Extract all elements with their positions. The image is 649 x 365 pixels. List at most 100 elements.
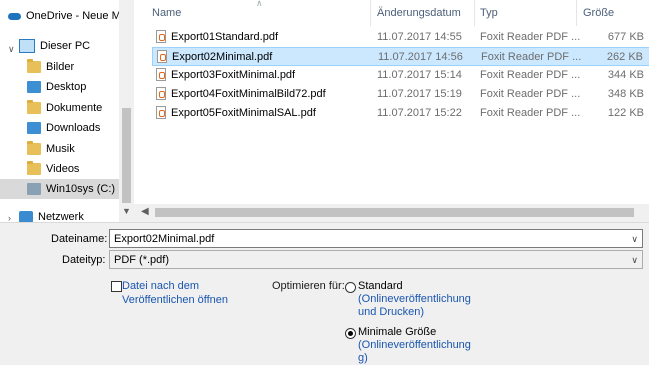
file-row[interactable]: Export05FoxitMinimalSAL.pdf 11.07.2017 1… <box>152 104 649 123</box>
nav-item-this-pc[interactable]: Dieser PC <box>19 36 90 56</box>
standard-desc-line2: und Drucken) <box>358 306 425 318</box>
column-header-size[interactable]: Größe <box>583 0 614 26</box>
file-size: 262 KB <box>606 51 643 63</box>
file-name: Export03FoxitMinimal.pdf <box>171 69 296 81</box>
column-header-label: Typ <box>480 7 498 19</box>
computer-icon <box>19 39 35 53</box>
file-type: Foxit Reader PDF ... <box>481 51 582 63</box>
open-after-publish-label[interactable]: Datei nach dem Veröffentlichen öffnen <box>122 279 228 307</box>
pdf-file-icon <box>156 106 166 119</box>
standard-radio[interactable] <box>345 282 356 293</box>
file-row[interactable]: Export04FoxitMinimalBild72.pdf 11.07.201… <box>152 85 649 104</box>
file-date: 11.07.2017 14:56 <box>378 51 463 63</box>
documents-folder-icon <box>27 100 41 114</box>
filename-label: Dateiname: <box>51 233 108 245</box>
file-type: Foxit Reader PDF ... <box>480 88 581 100</box>
nav-item-label: Desktop <box>46 81 87 93</box>
pdf-file-icon <box>156 68 166 81</box>
column-header-type[interactable]: Typ <box>480 0 498 26</box>
column-header-name[interactable]: Name <box>152 0 181 26</box>
minimal-size-radio-label[interactable]: Minimale Größe (Onlineveröffentlichung g… <box>358 326 471 365</box>
file-size: 344 KB <box>607 69 644 81</box>
nav-item-videos[interactable]: Videos <box>27 159 79 179</box>
column-header-label: Größe <box>583 7 615 19</box>
filetype-select-value: PDF (*.pdf) <box>114 254 170 266</box>
file-type: Foxit Reader PDF ... <box>480 69 581 81</box>
minimal-title: Minimale Größe <box>358 326 437 338</box>
open-after-publish-label-line1: Datei nach dem <box>122 280 200 292</box>
minimal-desc-line2: g) <box>358 352 368 364</box>
filename-input-value: Export02Minimal.pdf <box>114 233 215 245</box>
standard-radio-label[interactable]: Standard (Onlineveröffentlichung und Dru… <box>358 280 471 319</box>
file-list: ∧ Name Änderungsdatum Typ Größe Export01… <box>134 0 649 222</box>
nav-item-label: Netzwerk <box>38 211 84 222</box>
pdf-file-icon <box>156 87 166 100</box>
desktop-folder-icon <box>27 81 41 93</box>
nav-item-label: Dieser PC <box>40 40 91 52</box>
column-separator[interactable] <box>576 0 577 26</box>
file-size: 677 KB <box>607 31 644 43</box>
open-after-publish-label-line2: Veröffentlichen öffnen <box>122 294 229 306</box>
nav-item-label: Bilder <box>46 61 75 73</box>
file-date: 11.07.2017 15:19 <box>377 88 462 100</box>
file-row-selected[interactable]: Export02Minimal.pdf 11.07.2017 14:56 Fox… <box>152 47 649 66</box>
file-name: Export01Standard.pdf <box>171 31 279 43</box>
divider <box>0 222 649 223</box>
file-list-horizontal-scrollbar[interactable]: ◀ <box>134 204 649 222</box>
chevron-right-icon[interactable]: › <box>8 213 11 222</box>
open-after-publish-checkbox[interactable] <box>111 281 122 292</box>
nav-item-musik[interactable]: Musik <box>27 139 75 159</box>
chevron-down-icon[interactable]: ∨ <box>8 44 15 55</box>
nav-item-label: Win10sys (C:) <box>46 183 116 195</box>
nav-item-label: Videos <box>46 163 80 175</box>
filename-input[interactable]: Export02Minimal.pdf ∨ <box>109 229 643 248</box>
nav-item-desktop[interactable]: Desktop <box>27 77 86 97</box>
optimize-label: Optimieren für: <box>272 280 345 292</box>
file-type: Foxit Reader PDF ... <box>480 31 581 43</box>
column-separator[interactable] <box>474 0 475 26</box>
nav-item-onedrive[interactable]: OneDrive - Neue M <box>7 6 119 26</box>
scroll-left-arrow-icon[interactable]: ◀ <box>141 206 149 217</box>
scrollbar-thumb[interactable] <box>122 108 131 203</box>
column-separator[interactable] <box>370 0 371 26</box>
scrollbar-thumb[interactable] <box>155 208 634 217</box>
nav-item-label: Downloads <box>46 122 101 134</box>
nav-item-label: OneDrive - Neue M <box>26 10 119 22</box>
file-type: Foxit Reader PDF ... <box>480 107 581 119</box>
scroll-down-arrow-icon[interactable]: ▼ <box>122 206 131 216</box>
nav-item-bilder[interactable]: Bilder <box>27 57 74 77</box>
column-header-label: Änderungsdatum <box>377 7 461 19</box>
music-folder-icon <box>27 141 41 155</box>
nav-item-dokumente[interactable]: Dokumente <box>27 98 102 118</box>
network-icon <box>19 211 33 222</box>
filetype-label: Dateityp: <box>62 254 106 266</box>
standard-title: Standard <box>358 280 403 292</box>
file-size: 122 KB <box>607 107 644 119</box>
file-date: 11.07.2017 14:55 <box>377 31 462 43</box>
minimal-size-radio[interactable] <box>345 328 356 339</box>
nav-item-downloads[interactable]: Downloads <box>27 118 100 138</box>
minimal-desc-line1: (Onlineveröffentlichung <box>358 339 471 351</box>
nav-item-win10sys[interactable]: Win10sys (C:) <box>0 179 119 199</box>
standard-desc-line1: (Onlineveröffentlichung <box>358 293 471 305</box>
nav-item-label: Musik <box>46 143 75 155</box>
filetype-select[interactable]: PDF (*.pdf) ∨ <box>109 250 643 269</box>
file-name: Export05FoxitMinimalSAL.pdf <box>171 107 316 119</box>
file-date: 11.07.2017 15:22 <box>377 107 462 119</box>
pdf-file-icon <box>156 30 166 43</box>
file-name: Export02Minimal.pdf <box>172 51 273 63</box>
nav-item-netzwerk[interactable]: Netzwerk <box>19 207 84 222</box>
chevron-down-icon[interactable]: ∨ <box>631 255 638 266</box>
column-header-date[interactable]: Änderungsdatum <box>377 0 461 26</box>
download-folder-icon <box>27 122 41 134</box>
column-header-label: Name <box>152 7 182 19</box>
file-name: Export04FoxitMinimalBild72.pdf <box>171 88 326 100</box>
nav-vertical-scrollbar[interactable]: ▼ <box>119 0 134 222</box>
nav-item-label: Dokumente <box>46 102 103 114</box>
chevron-down-icon[interactable]: ∨ <box>631 234 638 245</box>
file-size: 348 KB <box>607 88 644 100</box>
pdf-file-icon <box>157 50 167 63</box>
file-row[interactable]: Export01Standard.pdf 11.07.2017 14:55 Fo… <box>152 28 649 47</box>
file-row[interactable]: Export03FoxitMinimal.pdf 11.07.2017 15:1… <box>152 66 649 85</box>
video-folder-icon <box>27 161 41 175</box>
